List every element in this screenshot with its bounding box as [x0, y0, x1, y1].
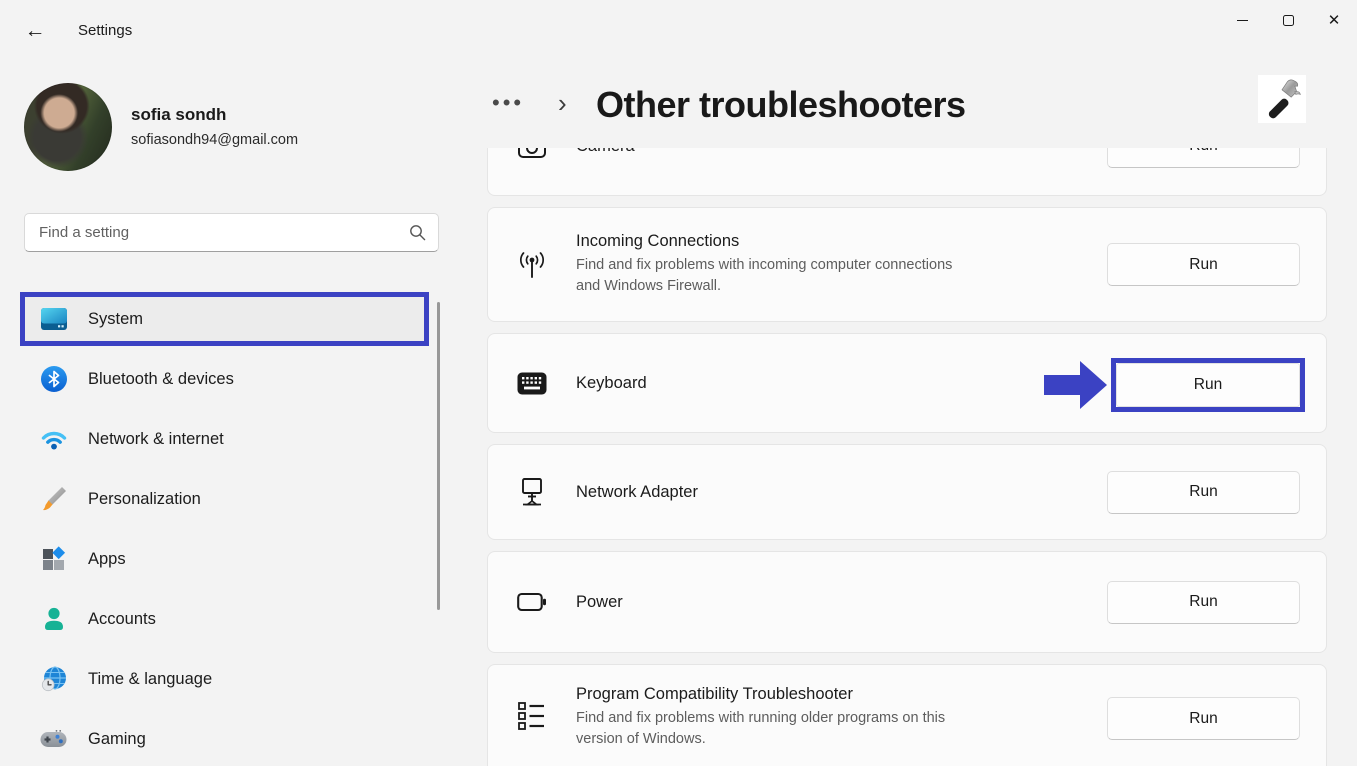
breadcrumb-ellipsis-button[interactable]: •••	[492, 90, 524, 116]
sidebar-item-apps[interactable]: Apps	[24, 535, 425, 583]
row-description: Find and fix problems with incoming comp…	[576, 255, 1107, 297]
power-battery-icon	[516, 592, 548, 612]
row-title: Camera	[576, 148, 1107, 156]
row-camera: Camera Run	[487, 148, 1327, 196]
wifi-icon	[40, 426, 67, 453]
row-network-adapter: Network Adapter Run	[487, 444, 1327, 540]
run-button-keyboard[interactable]: Run	[1116, 363, 1300, 407]
troubleshooter-list: Camera Run Incoming Connections Find and…	[487, 148, 1327, 766]
sidebar-item-network-internet[interactable]: Network & internet	[24, 415, 425, 463]
row-title: Network Adapter	[576, 483, 1107, 502]
minimize-button[interactable]	[1219, 0, 1265, 40]
run-button-incoming-connections[interactable]: Run	[1107, 243, 1300, 286]
run-button-program-compatibility[interactable]: Run	[1107, 697, 1300, 740]
sidebar-scrollbar[interactable]	[437, 302, 440, 610]
search-input[interactable]	[39, 224, 409, 241]
row-title: Power	[576, 593, 1107, 612]
apps-icon	[40, 546, 67, 573]
hammer-cursor-icon	[1258, 75, 1306, 123]
run-button-network-adapter[interactable]: Run	[1107, 471, 1300, 514]
breadcrumb-chevron-icon: ›	[558, 88, 567, 119]
system-icon	[40, 306, 67, 333]
sidebar-item-label: Gaming	[88, 730, 146, 749]
network-adapter-icon	[516, 477, 548, 507]
gamepad-icon	[40, 726, 67, 753]
maximize-icon	[1283, 15, 1294, 26]
run-button-power[interactable]: Run	[1107, 581, 1300, 624]
sidebar-item-label: Network & internet	[88, 430, 224, 449]
search-box[interactable]	[24, 213, 439, 252]
sidebar: sofia sondh sofiasondh94@gmail.com	[0, 50, 460, 766]
close-button[interactable]: ✕	[1311, 0, 1357, 40]
profile-email: sofiasondh94@gmail.com	[131, 132, 298, 148]
time-language-icon	[40, 666, 67, 693]
row-incoming-connections: Incoming Connections Find and fix proble…	[487, 207, 1327, 322]
annotation-highlight-system	[20, 292, 429, 346]
sidebar-item-time-language[interactable]: Time & language	[24, 655, 425, 703]
window-title: Settings	[78, 22, 132, 39]
window-controls: ✕	[1219, 0, 1357, 42]
bluetooth-icon	[40, 366, 67, 393]
sidebar-item-label: Personalization	[88, 490, 201, 509]
sidebar-item-bluetooth-devices[interactable]: Bluetooth & devices	[24, 355, 425, 403]
sidebar-nav: System Bluetooth & devices	[24, 295, 425, 766]
annotation-highlight-run: Run	[1111, 358, 1305, 412]
row-power: Power Run	[487, 551, 1327, 653]
minimize-icon	[1237, 20, 1248, 21]
sidebar-item-accounts[interactable]: Accounts	[24, 595, 425, 643]
back-arrow-icon: ←	[25, 19, 46, 43]
profile-name: sofia sondh	[131, 105, 226, 125]
row-description: Find and fix problems with running older…	[576, 708, 1107, 750]
accounts-icon	[40, 606, 67, 633]
row-title: Incoming Connections	[576, 232, 1107, 251]
row-keyboard: Keyboard Run	[487, 333, 1327, 433]
titlebar: ← Settings ✕	[0, 0, 1357, 50]
search-icon	[409, 224, 426, 241]
row-program-compatibility: Program Compatibility Troubleshooter Fin…	[487, 664, 1327, 766]
sidebar-item-system[interactable]: System	[24, 295, 425, 343]
run-button-camera[interactable]: Run	[1107, 148, 1300, 168]
annotation-arrow-icon	[1044, 361, 1107, 409]
incoming-connections-icon	[516, 250, 548, 280]
paintbrush-icon	[40, 486, 67, 513]
sidebar-item-label: System	[88, 310, 143, 329]
sidebar-item-label: Bluetooth & devices	[88, 370, 234, 389]
avatar[interactable]	[24, 83, 112, 171]
maximize-button[interactable]	[1265, 0, 1311, 40]
page-title: Other troubleshooters	[596, 84, 966, 126]
sidebar-item-label: Apps	[88, 550, 126, 569]
row-title: Program Compatibility Troubleshooter	[576, 685, 1107, 704]
sidebar-item-gaming[interactable]: Gaming	[24, 715, 425, 763]
back-button[interactable]: ←	[18, 16, 52, 46]
close-icon: ✕	[1328, 11, 1341, 29]
sidebar-item-personalization[interactable]: Personalization	[24, 475, 425, 523]
camera-icon	[516, 148, 548, 159]
sidebar-item-label: Accounts	[88, 610, 156, 629]
program-compatibility-icon	[516, 701, 548, 731]
sidebar-item-label: Time & language	[88, 670, 212, 689]
keyboard-icon	[516, 372, 548, 395]
